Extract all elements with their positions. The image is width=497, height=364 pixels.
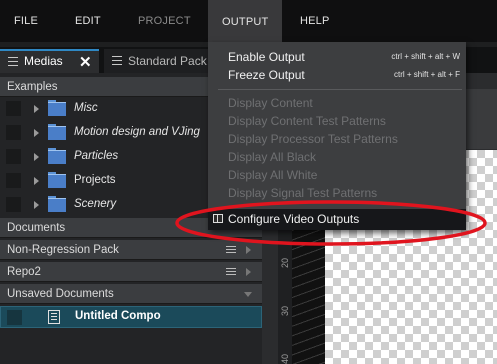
menu-item-display-signal-test-patterns[interactable]: Display Signal Test Patterns bbox=[228, 186, 377, 200]
expand-arrow-icon[interactable] bbox=[34, 105, 39, 113]
menu-item-display-content[interactable]: Display Content bbox=[228, 96, 313, 110]
section-unsaved-documents[interactable]: Unsaved Documents bbox=[0, 284, 262, 304]
document-icon bbox=[48, 310, 60, 324]
folder-icon bbox=[48, 100, 66, 116]
menu-help[interactable]: HELP bbox=[300, 15, 330, 27]
folder-icon bbox=[48, 124, 66, 140]
section-repo2[interactable]: Repo2 bbox=[0, 262, 262, 282]
chevron-down-icon[interactable] bbox=[244, 292, 252, 297]
section-repo2-label: Repo2 bbox=[7, 266, 41, 278]
menu-item-enable-output[interactable]: Enable Output bbox=[228, 50, 305, 64]
document-label: Untitled Compo bbox=[75, 310, 161, 322]
menu-item-configure-label: Configure Video Outputs bbox=[228, 212, 360, 226]
tree-item-label: Motion design and VJing bbox=[74, 126, 200, 138]
preview-toolbar bbox=[462, 89, 497, 149]
ruler-label: 30 bbox=[280, 305, 291, 317]
perspective-grid bbox=[292, 230, 325, 364]
folder-icon bbox=[48, 148, 66, 164]
output-menu-dropdown: Enable Output ctrl + shift + alt + W Fre… bbox=[208, 42, 466, 230]
chevron-right-icon[interactable] bbox=[246, 246, 251, 254]
menu-item-display-content-test-patterns[interactable]: Display Content Test Patterns bbox=[228, 114, 386, 128]
chevron-right-icon[interactable] bbox=[246, 268, 251, 276]
ruler-label: 40 bbox=[280, 353, 291, 364]
checkbox[interactable] bbox=[6, 149, 21, 164]
checkbox[interactable] bbox=[6, 101, 21, 116]
monitor-icon bbox=[213, 214, 223, 223]
menu-item-display-processor-test-patterns[interactable]: Display Processor Test Patterns bbox=[228, 132, 398, 146]
folder-icon bbox=[48, 196, 66, 212]
tree-item-label: Particles bbox=[74, 150, 119, 162]
expand-arrow-icon[interactable] bbox=[34, 177, 39, 185]
menu-output[interactable]: OUTPUT bbox=[208, 0, 283, 42]
tree-item-label: Scenery bbox=[74, 198, 117, 210]
menu-item-freeze-output[interactable]: Freeze Output bbox=[228, 68, 305, 82]
list-icon bbox=[8, 57, 18, 66]
menubar: FILE EDIT PROJECT OUTPUT HELP bbox=[0, 0, 497, 42]
shortcut-enable-output: ctrl + shift + alt + W bbox=[391, 52, 460, 61]
section-unsaved-label: Unsaved Documents bbox=[7, 288, 114, 300]
menu-project[interactable]: PROJECT bbox=[138, 15, 191, 27]
folder-icon bbox=[48, 172, 66, 188]
tab-standard-pack-label: Standard Pack bbox=[128, 54, 207, 68]
checkbox[interactable] bbox=[7, 310, 22, 325]
tab-standard-pack[interactable]: Standard Pack bbox=[104, 49, 224, 73]
ruler-label: 20 bbox=[280, 257, 291, 269]
checkbox[interactable] bbox=[6, 125, 21, 140]
section-non-regression-pack[interactable]: Non-Regression Pack bbox=[0, 240, 262, 260]
expand-arrow-icon[interactable] bbox=[34, 129, 39, 137]
shortcut-freeze-output: ctrl + shift + alt + F bbox=[393, 70, 460, 79]
tab-medias-label: Medias bbox=[24, 54, 63, 68]
menu-separator bbox=[218, 89, 462, 90]
checkbox[interactable] bbox=[6, 197, 21, 212]
menu-item-display-all-black[interactable]: Display All Black bbox=[228, 150, 316, 164]
section-examples-label: Examples bbox=[7, 81, 58, 93]
expand-arrow-icon[interactable] bbox=[34, 201, 39, 209]
vertical-ruler: 20 30 40 bbox=[278, 230, 292, 364]
tree-item-label: Misc bbox=[74, 102, 98, 114]
checkbox[interactable] bbox=[6, 173, 21, 188]
menu-file[interactable]: FILE bbox=[14, 15, 38, 27]
section-documents-label: Documents bbox=[7, 222, 66, 234]
list-icon bbox=[112, 56, 122, 65]
tree-item-label: Projects bbox=[74, 174, 116, 186]
menu-item-configure-video-outputs[interactable]: Configure Video Outputs bbox=[208, 209, 466, 230]
section-non-regression-label: Non-Regression Pack bbox=[7, 244, 119, 256]
list-icon[interactable] bbox=[226, 246, 236, 255]
close-icon[interactable]: ✕ bbox=[79, 52, 92, 73]
expand-arrow-icon[interactable] bbox=[34, 153, 39, 161]
document-item-untitled-compo[interactable]: Untitled Compo bbox=[0, 306, 262, 328]
app-window: FILE EDIT PROJECT OUTPUT HELP Medias ✕ S… bbox=[0, 0, 497, 364]
list-icon[interactable] bbox=[226, 268, 236, 277]
tab-medias[interactable]: Medias ✕ bbox=[0, 49, 99, 73]
menu-edit[interactable]: EDIT bbox=[75, 15, 101, 27]
menu-item-display-all-white[interactable]: Display All White bbox=[228, 168, 317, 182]
